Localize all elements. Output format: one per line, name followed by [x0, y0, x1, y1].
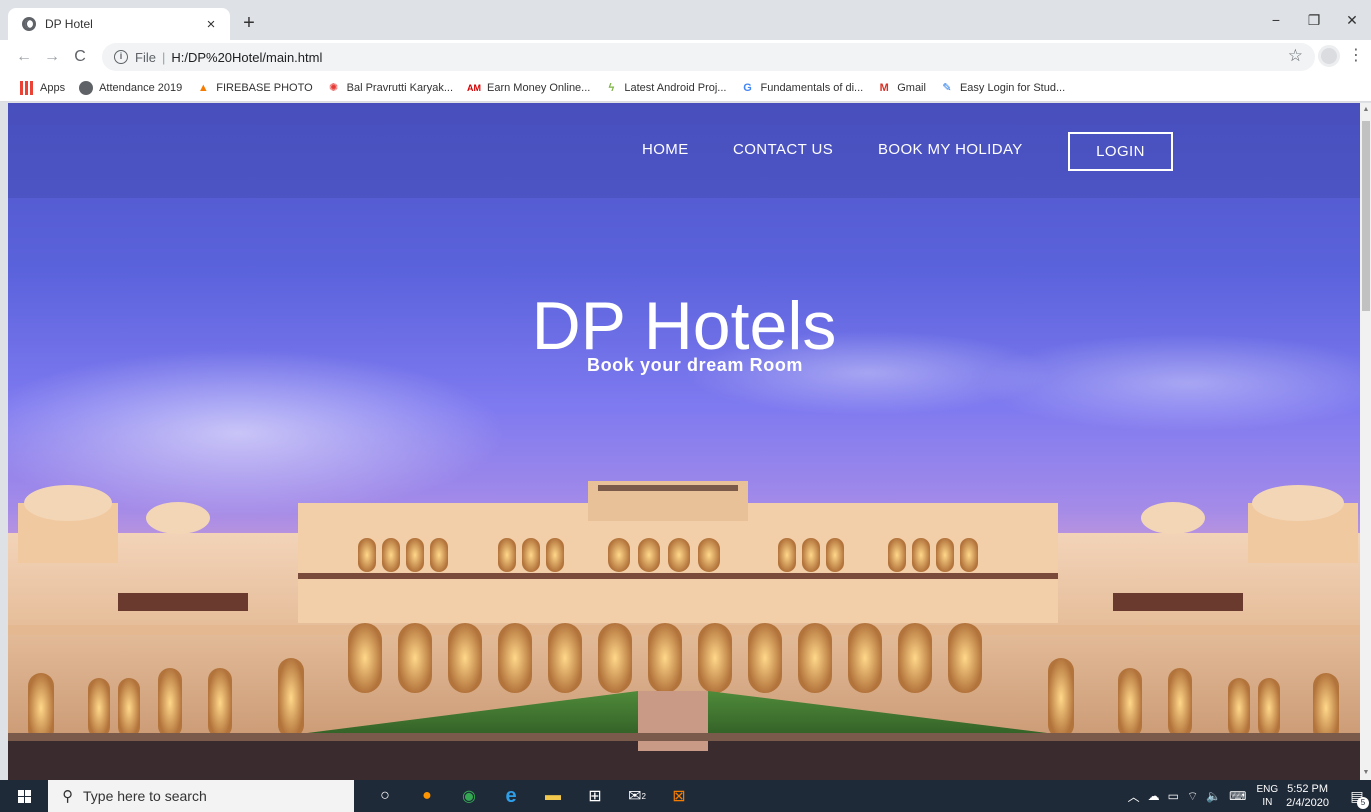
- globe-icon: [79, 80, 94, 95]
- bookmark-label: Fundamentals of di...: [760, 81, 864, 94]
- maximize-button[interactable]: ❐: [1295, 0, 1333, 40]
- bookmark-label: Latest Android Proj...: [624, 81, 727, 94]
- minimize-button[interactable]: −: [1257, 0, 1295, 40]
- profile-avatar-icon[interactable]: [1318, 45, 1340, 67]
- bookmark-label: Earn Money Online...: [487, 81, 591, 94]
- battery-icon[interactable]: ▭: [1168, 789, 1179, 803]
- cortana-icon[interactable]: ○: [364, 780, 406, 812]
- edge-icon[interactable]: e: [490, 780, 532, 812]
- browser-tab[interactable]: DP Hotel ×: [8, 8, 230, 40]
- bookmark-label: Easy Login for Stud...: [959, 81, 1066, 94]
- chevron-up-icon[interactable]: ︿: [1128, 788, 1140, 805]
- notification-count: 5: [1357, 796, 1369, 809]
- bookmark-fundamentals[interactable]: G Fundamentals of di...: [740, 81, 863, 95]
- bookmark-easy-login[interactable]: ✎ Easy Login for Stud...: [940, 81, 1065, 95]
- volume-icon[interactable]: 🔈: [1206, 789, 1221, 803]
- browser-toolbar: ← → C i File | H:/DP%20Hotel/main.html ☆…: [0, 40, 1371, 74]
- bookmark-label: Apps: [40, 81, 66, 94]
- bookmark-label: Bal Pravrutti Karyak...: [346, 81, 454, 94]
- windows-start-icon[interactable]: [0, 780, 48, 812]
- forward-button[interactable]: →: [40, 45, 64, 69]
- bookmark-gmail[interactable]: M Gmail: [877, 81, 926, 95]
- apps-grid-icon: [20, 80, 34, 95]
- page-viewport: HOME CONTACT US BOOK MY HOLIDAY LOGIN DP…: [8, 103, 1360, 780]
- taskbar-search-box[interactable]: ⚲ Type here to search: [48, 780, 354, 812]
- language-bottom: IN: [1262, 797, 1273, 808]
- window-controls: − ❐ ✕: [1257, 0, 1371, 40]
- language-top: ENG: [1256, 784, 1279, 795]
- login-button[interactable]: LOGIN: [1068, 132, 1173, 171]
- notification-center-icon[interactable]: ▤ 5: [1343, 788, 1371, 809]
- language-indicator[interactable]: ENG IN: [1257, 783, 1279, 809]
- reload-button[interactable]: C: [68, 45, 92, 69]
- globe-icon: [22, 17, 36, 31]
- bookmark-apps[interactable]: Apps: [20, 80, 66, 95]
- nav-contact-link[interactable]: CONTACT US: [733, 141, 833, 158]
- info-icon[interactable]: i: [114, 50, 128, 64]
- firebase-icon: ▲: [197, 81, 209, 94]
- kebab-menu-icon[interactable]: ⋮: [1348, 47, 1364, 65]
- bookmark-label: FIREBASE PHOTO: [216, 81, 313, 94]
- url-scheme: File: [135, 49, 156, 65]
- bookmark-label: Attendance 2019: [99, 81, 183, 94]
- store-icon[interactable]: ⊞: [574, 780, 616, 812]
- mail-badge: 2: [641, 791, 646, 801]
- bookmarks-bar: Apps Attendance 2019 ▲ FIREBASE PHOTO ✺ …: [0, 74, 1371, 102]
- hero-title: DP Hotels: [531, 288, 837, 364]
- scroll-thumb[interactable]: [1362, 121, 1370, 311]
- chrome-icon[interactable]: ◉: [448, 780, 490, 812]
- easy-login-icon: ✎: [942, 81, 952, 94]
- bookmark-star-icon[interactable]: ☆: [1288, 46, 1303, 66]
- address-bar[interactable]: i File | H:/DP%20Hotel/main.html ☆: [102, 43, 1315, 71]
- close-tab-icon[interactable]: ×: [202, 16, 220, 33]
- keyboard-icon[interactable]: ⌨: [1229, 789, 1246, 803]
- url-separator: |: [161, 49, 166, 65]
- tab-title: DP Hotel: [45, 17, 93, 31]
- mail-icon[interactable]: ✉ 2: [616, 780, 658, 812]
- system-tray: ︿ ☁ ▭ ⌔ 🔈 ⌨ ENG IN 5:52 PM 2/4/2020 ▤ 5: [1124, 780, 1371, 812]
- url-text[interactable]: H:/DP%20Hotel/main.html: [171, 50, 322, 65]
- wifi-icon[interactable]: ⌔: [1187, 789, 1198, 804]
- windows-taskbar: ⚲ Type here to search ○ ● ◉ e ▬ ⊞ ✉ 2 ⊠ ︿…: [0, 780, 1371, 812]
- nav-book-holiday-link[interactable]: BOOK MY HOLIDAY: [878, 141, 1023, 158]
- nav-home-link[interactable]: HOME: [642, 141, 689, 158]
- bookmark-firebase[interactable]: ▲ FIREBASE PHOTO: [196, 81, 313, 95]
- scroll-up-icon[interactable]: ▲: [1362, 105, 1370, 115]
- bal-icon: ✺: [329, 81, 339, 94]
- taskbar-search-placeholder: Type here to search: [83, 788, 207, 804]
- page-scrollbar[interactable]: ▲ ▼: [1360, 103, 1371, 780]
- firefox-icon[interactable]: ●: [406, 780, 448, 812]
- hero-subtitle: Book your dream Room: [586, 355, 804, 375]
- bookmark-android[interactable]: ϟ Latest Android Proj...: [604, 81, 726, 95]
- palace-illustration: [8, 481, 1360, 780]
- gmail-icon: M: [879, 81, 889, 94]
- site-nav-bar: HOME CONTACT US BOOK MY HOLIDAY LOGIN: [8, 103, 1360, 198]
- onedrive-icon[interactable]: ☁: [1148, 789, 1160, 803]
- tab-strip: DP Hotel × + − ❐ ✕: [0, 0, 1371, 40]
- file-explorer-icon[interactable]: ▬: [532, 780, 574, 812]
- browser-window: DP Hotel × + − ❐ ✕ ← → C i File | H:/DP%…: [0, 0, 1371, 812]
- bookmark-earn-money[interactable]: AM Earn Money Online...: [467, 81, 590, 95]
- google-icon: G: [743, 81, 752, 94]
- taskbar-apps: ○ ● ◉ e ▬ ⊞ ✉ 2 ⊠: [364, 780, 700, 812]
- bookmark-label: Gmail: [897, 81, 926, 94]
- clock-date: 2/4/2020: [1286, 797, 1329, 809]
- bookmark-attendance[interactable]: Attendance 2019: [79, 80, 183, 95]
- xampp-icon[interactable]: ⊠: [658, 780, 700, 812]
- bookmark-bal[interactable]: ✺ Bal Pravrutti Karyak...: [327, 81, 453, 95]
- back-button[interactable]: ←: [12, 45, 36, 69]
- scroll-down-icon[interactable]: ▼: [1362, 768, 1370, 778]
- am-icon: AM: [467, 82, 482, 93]
- clock-time: 5:52 PM: [1287, 783, 1329, 795]
- taskbar-clock[interactable]: 5:52 PM 2/4/2020: [1286, 782, 1329, 810]
- new-tab-button[interactable]: +: [238, 12, 260, 34]
- android-icon: ϟ: [608, 81, 615, 94]
- close-window-button[interactable]: ✕: [1333, 0, 1371, 40]
- search-icon: ⚲: [62, 788, 73, 805]
